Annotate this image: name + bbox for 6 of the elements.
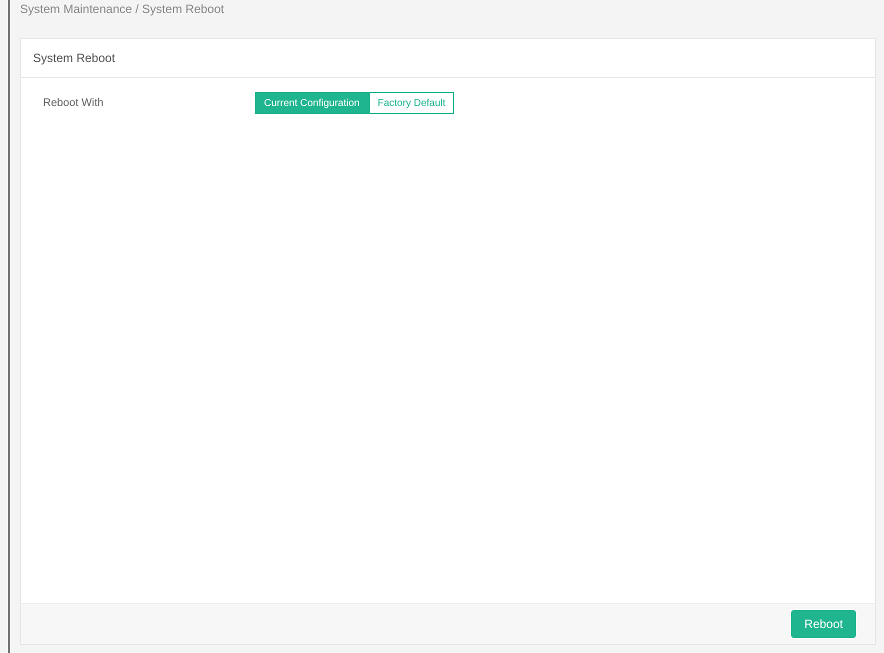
- segment-option[interactable]: Factory Default: [368, 92, 454, 114]
- segment-option[interactable]: Current Configuration: [255, 92, 369, 114]
- breadcrumb: System Maintenance / System Reboot: [20, 2, 226, 18]
- panel-title: System Reboot: [33, 51, 116, 65]
- field-label: Reboot With: [43, 97, 105, 109]
- reboot-button[interactable]: Reboot: [791, 610, 856, 638]
